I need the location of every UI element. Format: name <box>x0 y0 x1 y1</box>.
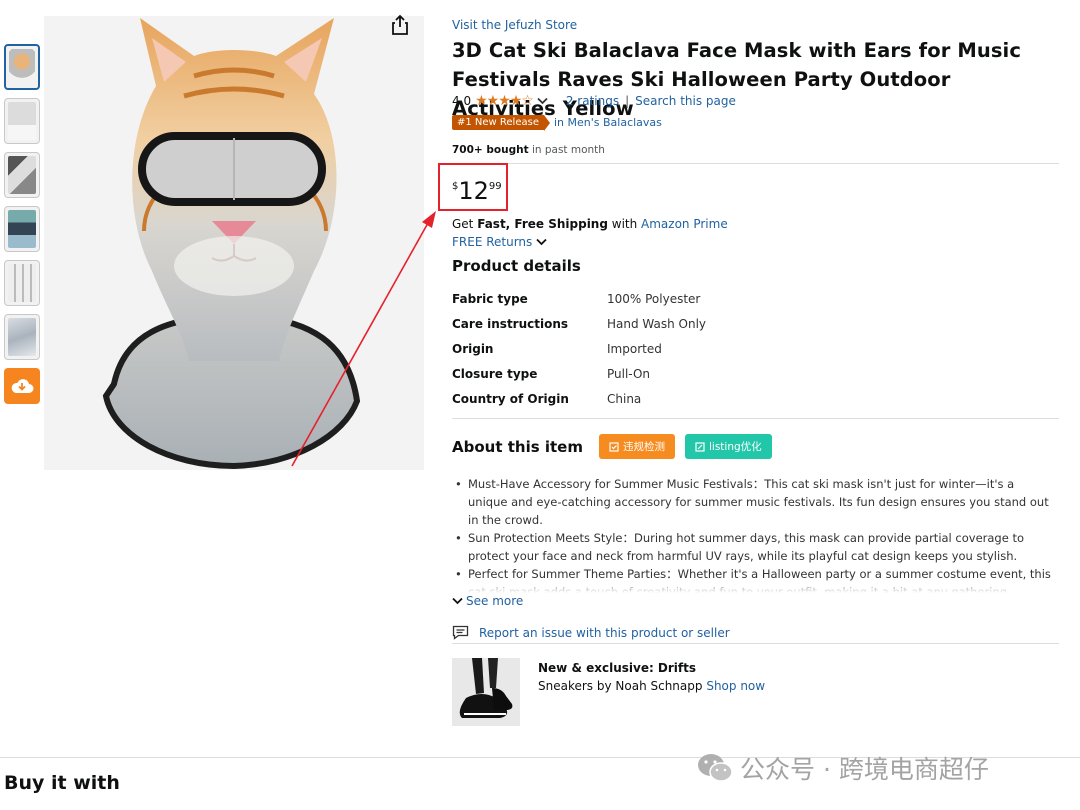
shipping-prefix: Get <box>452 217 478 231</box>
divider <box>452 643 1059 644</box>
about-header: About this item 违规检测 listing优化 <box>452 434 782 459</box>
store-link[interactable]: Visit the Jefuzh Store <box>452 18 577 32</box>
download-icon <box>11 379 34 393</box>
report-issue-label: Report an issue with this product or sel… <box>479 625 730 640</box>
chevron-down-icon <box>452 597 463 605</box>
detail-value: Pull-On <box>607 366 651 381</box>
free-returns[interactable]: FREE Returns <box>452 235 547 249</box>
cat-balaclava-image <box>44 16 424 470</box>
thumbnail-2[interactable] <box>4 98 40 144</box>
watermark-text: 公众号 · 跨境电商超仔 <box>740 755 989 784</box>
promo-text: New & exclusive: Drifts Sneakers by Noah… <box>538 658 765 726</box>
fade-overlay <box>452 579 1052 593</box>
listing-optimize-button[interactable]: listing优化 <box>684 434 772 459</box>
share-icon[interactable] <box>390 14 410 36</box>
bullet-item: Sun Protection Meets Style：During hot su… <box>452 529 1052 565</box>
promo-body: Sneakers by Noah Schnapp <box>538 679 707 693</box>
ratings-link[interactable]: 2 ratings <box>566 94 619 108</box>
thumbnail-5[interactable] <box>4 260 40 306</box>
report-icon <box>452 625 469 640</box>
search-page-link[interactable]: Search this page <box>635 94 736 108</box>
rating-row: 4.0 ★★★★☆ 2 ratings | Search this page <box>452 93 736 109</box>
detail-row: Care instructions Hand Wash Only <box>452 311 706 336</box>
shop-now-link[interactable]: Shop now <box>706 679 765 693</box>
divider <box>452 418 1059 419</box>
listing-optimize-label: listing优化 <box>708 441 762 453</box>
detail-key: Care instructions <box>452 316 569 331</box>
new-release-badge[interactable]: #1 New Release <box>452 115 550 131</box>
sneaker-image <box>452 658 520 726</box>
chevron-down-icon <box>536 238 547 246</box>
bought-period: in past month <box>531 144 605 156</box>
violation-check-button[interactable]: 违规检测 <box>598 434 675 459</box>
shipping-middle: with <box>607 217 642 231</box>
promo-banner[interactable]: New & exclusive: Drifts Sneakers by Noah… <box>452 658 765 726</box>
category-link[interactable]: in Men's Balaclavas <box>554 116 662 129</box>
divider <box>452 163 1059 164</box>
watermark: 公众号 · 跨境电商超仔 <box>696 750 989 786</box>
detail-value: 100% Polyester <box>607 291 701 306</box>
detail-value: Hand Wash Only <box>607 316 707 331</box>
star-rating[interactable]: ★★★★☆ <box>475 93 534 109</box>
bullet-item: Must-Have Accessory for Summer Music Fes… <box>452 475 1052 529</box>
detail-row: Fabric type 100% Polyester <box>452 286 706 311</box>
thumbnail-6[interactable] <box>4 314 40 360</box>
thumbnail-3[interactable] <box>4 152 40 198</box>
see-more-link[interactable]: See more <box>452 594 523 608</box>
detail-value: China <box>607 391 642 406</box>
bestseller-badge-row: #1 New Release in Men's Balaclavas <box>452 115 662 131</box>
thumbnail-1[interactable] <box>4 44 40 90</box>
prime-link[interactable]: Amazon Prime <box>641 217 728 231</box>
promo-image[interactable] <box>452 658 520 726</box>
detail-key: Origin <box>452 341 494 356</box>
bought-number: 700+ bought <box>452 144 529 156</box>
shipping-info: Get Fast, Free Shipping with Amazon Prim… <box>452 217 728 231</box>
detail-key: Closure type <box>452 366 538 381</box>
violation-check-label: 违规检测 <box>622 441 665 453</box>
detail-row: Origin Imported <box>452 336 706 361</box>
rating-value: 4.0 <box>452 94 472 108</box>
product-title: 3D Cat Ski Balaclava Face Mask with Ears… <box>452 39 1021 120</box>
product-details-table: Fabric type 100% Polyester Care instructi… <box>452 286 706 411</box>
free-returns-label: FREE Returns <box>452 235 533 249</box>
detail-row: Country of Origin China <box>452 386 706 411</box>
shipping-bold: Fast, Free Shipping <box>477 217 608 231</box>
price-fraction: 99 <box>488 181 502 192</box>
price-whole: 12 <box>458 177 489 205</box>
thumbnail-4[interactable] <box>4 206 40 252</box>
detail-row: Closure type Pull-On <box>452 361 706 386</box>
promo-description: Sneakers by Noah Schnapp Shop now <box>538 677 765 695</box>
detail-key: Fabric type <box>452 291 528 306</box>
wechat-icon <box>698 754 733 782</box>
separator: | <box>625 94 630 108</box>
promo-headline: New & exclusive: Drifts <box>538 661 697 675</box>
check-icon <box>609 441 619 452</box>
thumbnail-strip <box>4 44 42 404</box>
detail-value: Imported <box>607 341 662 356</box>
buy-it-with-heading: Buy it with <box>4 772 120 794</box>
about-heading: About this item <box>452 437 583 456</box>
main-product-image[interactable] <box>44 16 424 470</box>
bought-count: 700+ bought in past month <box>452 144 605 156</box>
price: $ 12 99 <box>452 178 502 204</box>
detail-key: Country of Origin <box>452 391 569 406</box>
chevron-down-icon[interactable] <box>537 97 548 105</box>
feature-bullets: Must-Have Accessory for Summer Music Fes… <box>452 475 1052 593</box>
see-more-label: See more <box>466 594 524 608</box>
download-button[interactable] <box>4 368 40 404</box>
product-details-heading: Product details <box>452 257 581 275</box>
report-issue-link[interactable]: Report an issue with this product or sel… <box>452 625 730 640</box>
edit-icon <box>695 441 705 452</box>
